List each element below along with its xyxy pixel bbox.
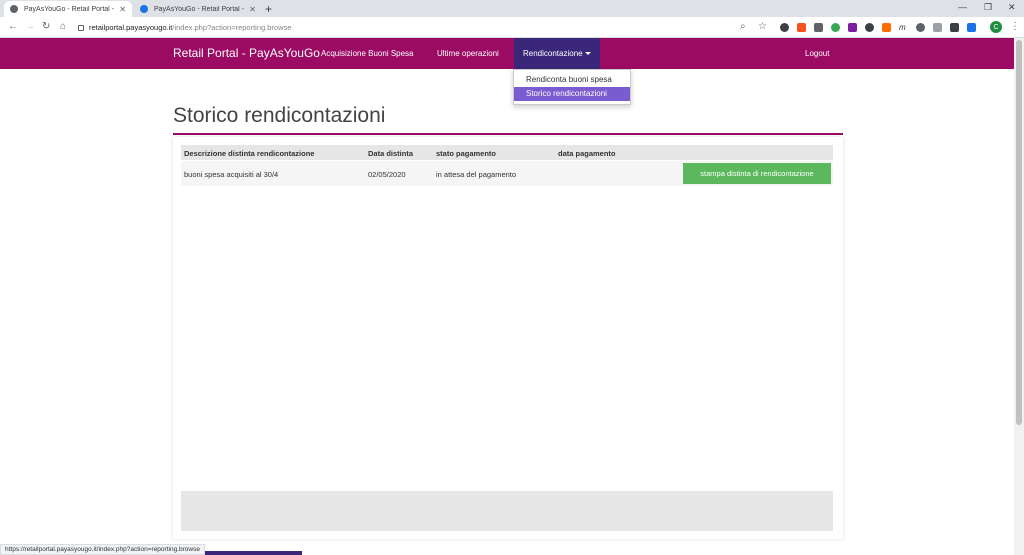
bookmark-star-icon[interactable]: ☆: [758, 21, 767, 32]
wordpress-icon[interactable]: [780, 23, 789, 32]
back-icon[interactable]: ←: [8, 21, 18, 32]
header-data-pagamento: data pagamento: [558, 149, 616, 158]
url-domain: retailportal.payasyougo.it: [89, 23, 173, 32]
extension-icon[interactable]: [882, 23, 891, 32]
rendicontazione-menu: Rendiconta buoni spesa Storico rendicont…: [513, 69, 631, 105]
cell-data-distinta: 02/05/2020: [368, 170, 406, 179]
site-favicon-icon: [140, 5, 148, 13]
extension-icon[interactable]: [933, 23, 942, 32]
extension-icon[interactable]: [797, 23, 806, 32]
forward-icon[interactable]: →: [25, 21, 35, 32]
menu-item-storico[interactable]: Storico rendicontazioni: [514, 87, 630, 101]
home-icon[interactable]: ⌂: [60, 21, 66, 32]
nav-ultime-operazioni[interactable]: Ultime operazioni: [437, 49, 499, 58]
table-header: Descrizione distinta rendicontazione Dat…: [181, 145, 833, 160]
close-icon[interactable]: ✕: [119, 5, 126, 14]
app-navbar: Retail Portal - PayAsYouGo Acquisizione …: [0, 38, 1014, 69]
page-title: Storico rendicontazioni: [173, 104, 386, 127]
tab-title: PayAsYouGo - Retail Portal - Pay: [154, 5, 245, 13]
minimize-icon[interactable]: —: [958, 2, 967, 12]
restore-icon[interactable]: ❐: [984, 2, 992, 13]
profile-initial: C: [993, 23, 999, 31]
caret-down-icon: [584, 52, 591, 56]
lock-icon: [78, 24, 84, 31]
cell-stato: in attesa del pagamento: [436, 170, 517, 179]
header-descrizione: Descrizione distinta rendicontazione: [184, 149, 315, 158]
tab-title: PayAsYouGo - Retail Portal - Pay: [24, 5, 115, 13]
zoom-icon[interactable]: ⌕: [740, 21, 746, 32]
extension-icon[interactable]: [967, 23, 976, 32]
content-panel: Descrizione distinta rendicontazione Dat…: [173, 137, 843, 539]
extension-icon[interactable]: [814, 23, 823, 32]
status-url-bar: https://retailportal.payasyougo.it/index…: [0, 544, 205, 555]
new-tab-icon[interactable]: +: [265, 2, 272, 16]
nav-rendicontazione-dropdown[interactable]: Rendicontazione: [514, 38, 600, 69]
browser-tabstrip: PayAsYouGo - Retail Portal - Pay ✕ PayAs…: [0, 0, 1024, 17]
browser-tab[interactable]: PayAsYouGo - Retail Portal - Pay ✕: [134, 1, 262, 17]
browser-toolbar: ← → ↻ ⌂ retailportal.payasyougo.it /inde…: [0, 17, 1024, 38]
extension-icon[interactable]: [950, 23, 959, 32]
title-divider: [173, 133, 843, 135]
extension-icon[interactable]: [831, 23, 840, 32]
header-stato-pagamento: stato pagamento: [436, 149, 497, 158]
logout-link[interactable]: Logout: [805, 49, 829, 58]
more-menu-icon[interactable]: ⋮: [1010, 21, 1020, 32]
reload-icon[interactable]: ↻: [42, 21, 50, 32]
nav-acquisizione[interactable]: Acquisizione Buoni Spesa: [321, 49, 414, 58]
browser-tab-active[interactable]: PayAsYouGo - Retail Portal - Pay ✕: [4, 1, 132, 17]
panel-footer: [181, 491, 833, 531]
close-window-icon[interactable]: ✕: [1008, 2, 1016, 13]
address-bar[interactable]: retailportal.payasyougo.it /index.php?ac…: [78, 20, 778, 35]
extension-icon[interactable]: m: [899, 23, 908, 32]
dropdown-label: Rendicontazione: [523, 49, 583, 58]
brand-link[interactable]: Retail Portal - PayAsYouGo: [173, 46, 320, 60]
page-scrollbar[interactable]: [1014, 38, 1024, 555]
extension-icon[interactable]: [916, 23, 925, 32]
globe-icon: [10, 5, 18, 13]
stampa-distinta-button[interactable]: stampa distinta di rendicontazione: [683, 163, 831, 184]
profile-avatar[interactable]: C: [990, 21, 1002, 33]
scrollbar-thumb[interactable]: [1016, 40, 1022, 425]
url-path: /index.php?action=reporting.browse: [172, 23, 292, 32]
bottom-strip: [200, 551, 302, 555]
close-icon[interactable]: ✕: [249, 5, 256, 14]
header-data-distinta: Data distinta: [368, 149, 414, 158]
table-row: buoni spesa acquisiti al 30/4 02/05/2020…: [181, 161, 833, 186]
cell-descrizione: buoni spesa acquisiti al 30/4: [184, 170, 279, 179]
menu-item-rendiconta[interactable]: Rendiconta buoni spesa: [514, 73, 630, 87]
wordpress-icon[interactable]: [865, 23, 874, 32]
extension-icon[interactable]: [848, 23, 857, 32]
